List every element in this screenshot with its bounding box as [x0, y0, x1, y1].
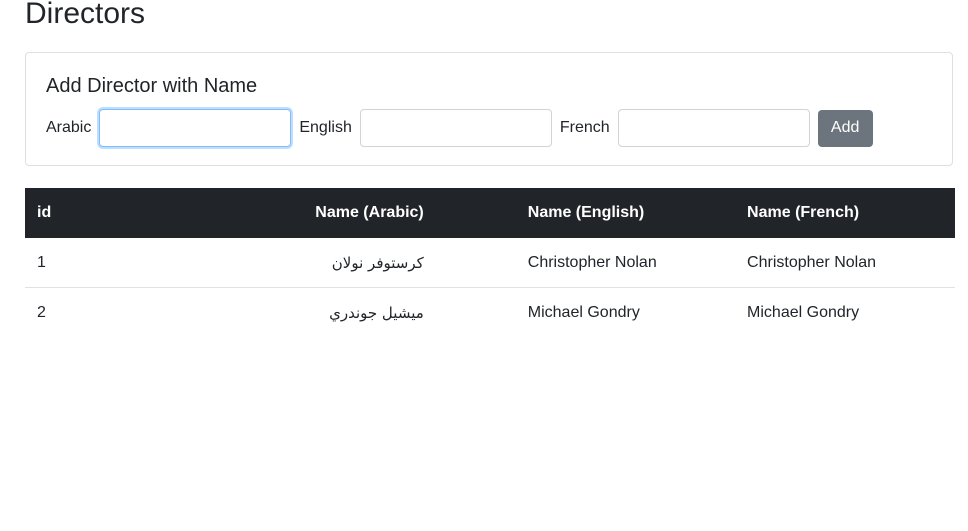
cell-id: 1: [25, 238, 176, 288]
cell-english: Christopher Nolan: [515, 238, 736, 288]
cell-french: Christopher Nolan: [735, 238, 955, 288]
cell-arabic: كرستوفر نولان: [175, 238, 516, 288]
page-title: Directors: [25, 0, 146, 30]
english-label: English: [299, 119, 352, 136]
add-director-card: Add Director with Name Arabic English Fr…: [25, 52, 953, 166]
add-director-form: Arabic English French Add: [46, 109, 873, 147]
header-arabic: Name (Arabic): [175, 188, 516, 238]
header-english: Name (English): [515, 188, 736, 238]
table-header: id Name (Arabic) Name (English) Name (Fr…: [25, 188, 955, 238]
french-label: French: [559, 119, 610, 136]
add-button[interactable]: Add: [817, 109, 873, 147]
arabic-label: Arabic: [46, 119, 92, 136]
table-body: 1 كرستوفر نولان Christopher Nolan Christ…: [25, 238, 955, 337]
table-row: 2 ميشيل جوندري Michael Gondry Michael Go…: [25, 288, 955, 338]
english-input[interactable]: [359, 109, 552, 147]
header-id: id: [25, 188, 176, 238]
cell-french: Michael Gondry: [747, 303, 860, 321]
card-title: Add Director with Name: [46, 75, 258, 97]
table-header-row: id Name (Arabic) Name (English) Name (Fr…: [25, 188, 955, 238]
cell-arabic: ميشيل جوندري: [329, 303, 424, 322]
directors-table: id Name (Arabic) Name (English) Name (Fr…: [25, 188, 955, 337]
cell-english: Michael Gondry: [527, 303, 640, 321]
french-input[interactable]: [617, 109, 810, 147]
page: Directors Add Director with Name Arabic …: [0, 0, 968, 531]
cell-id: 2: [37, 303, 46, 321]
table-row: 1 كرستوفر نولان Christopher Nolan Christ…: [25, 238, 955, 288]
arabic-input[interactable]: [99, 109, 292, 147]
header-french: Name (French): [735, 188, 955, 238]
